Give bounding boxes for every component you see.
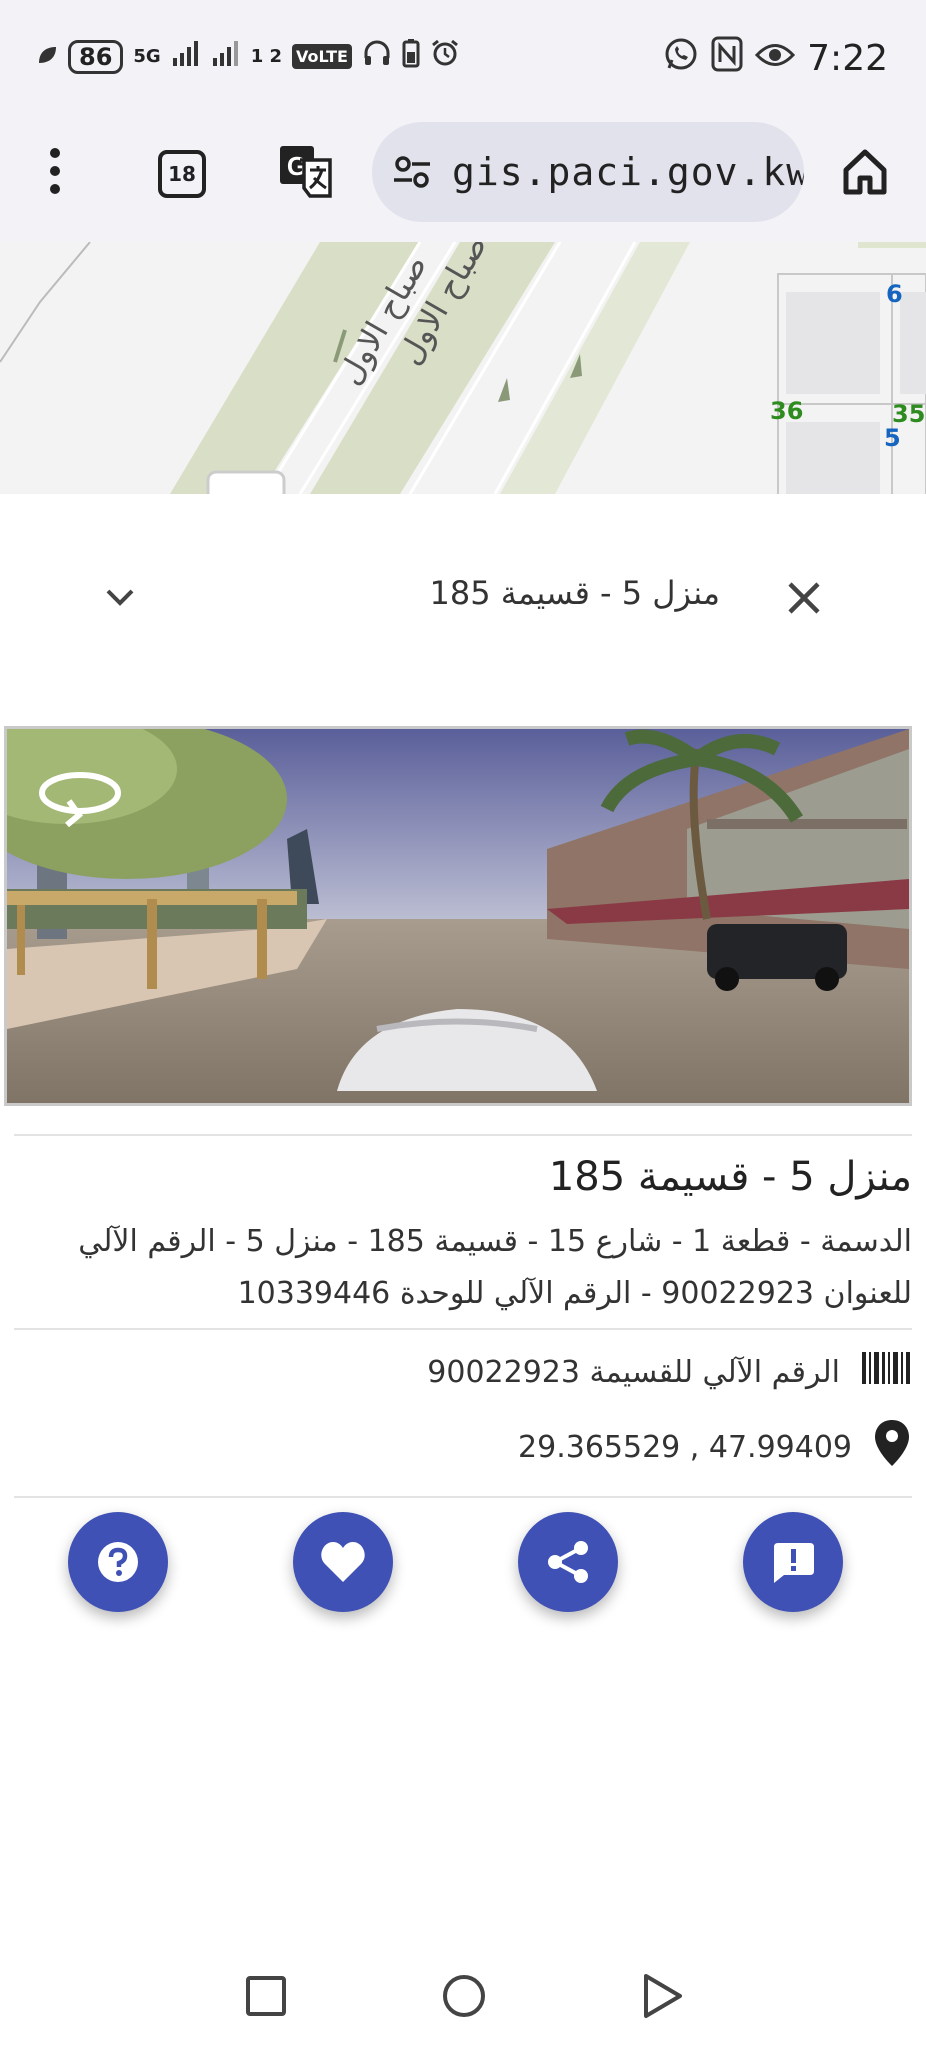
divider	[14, 1496, 912, 1498]
status-left-group: 86 5G 1 2 VoLTE	[36, 38, 460, 75]
feedback-icon	[774, 1543, 814, 1583]
headphones-icon	[362, 38, 392, 75]
street-view-image	[7, 729, 909, 1103]
circle-icon	[443, 1975, 485, 2017]
leaf-icon	[36, 40, 58, 73]
divider	[14, 1134, 912, 1136]
site-settings-icon[interactable]	[392, 154, 432, 190]
map-block-number: 6	[886, 280, 903, 308]
help-icon	[98, 1542, 138, 1582]
square-icon	[246, 1976, 286, 2016]
address-bar[interactable]: gis.paci.gov.kw/Pla	[372, 122, 804, 222]
battery-indicator: 86	[68, 39, 124, 74]
place-name: منزل 5 - قسيمة 185	[548, 1154, 912, 1200]
home-icon[interactable]	[840, 146, 890, 196]
coordinates-row: 29.365529 , 47.99409	[518, 1418, 912, 1476]
share-button[interactable]	[518, 1512, 618, 1612]
street-view-photo[interactable]	[4, 726, 912, 1106]
chevron-down-icon[interactable]	[100, 582, 140, 612]
signal-icon	[171, 38, 201, 75]
feedback-button[interactable]	[743, 1512, 843, 1612]
map-block-number: 5	[884, 424, 901, 452]
recents-button[interactable]	[244, 1974, 288, 2018]
sheet-header-title: منزل 5 - قسيمة 185	[429, 574, 720, 612]
volte-badge: VoLTE	[292, 44, 352, 69]
overflow-menu-icon[interactable]	[48, 148, 62, 198]
eye-icon	[755, 38, 796, 79]
rotate-view-icon[interactable]	[35, 765, 125, 835]
help-button[interactable]	[68, 1512, 168, 1612]
coordinates: 29.365529 , 47.99409	[518, 1429, 852, 1465]
translate-icon[interactable]: G	[276, 142, 336, 202]
tab-switcher-button[interactable]: 18	[158, 150, 206, 198]
system-navigation-bar	[0, 1940, 926, 2048]
home-nav-button[interactable]	[440, 1972, 488, 2020]
close-icon[interactable]	[782, 576, 826, 620]
sim-slot-label: 1 2	[250, 45, 283, 67]
divider	[14, 1328, 912, 1330]
nfc-icon	[711, 36, 743, 81]
parcel-number-row: الرقم الآلي للقسيمة 90022923	[427, 1350, 912, 1394]
place-address: الدسمة - قطعة 1 - شارع 15 - قسيمة 185 - …	[78, 1224, 912, 1311]
share-icon	[548, 1541, 588, 1583]
battery-saver-icon	[402, 38, 420, 75]
map-block-number: 36	[770, 397, 804, 425]
back-button[interactable]	[640, 1972, 684, 2020]
signal-2-icon	[211, 38, 241, 75]
barcode-icon	[860, 1350, 912, 1394]
status-bar: 86 5G 1 2 VoLTE 7:22	[0, 0, 926, 112]
whatsapp-icon	[663, 36, 699, 81]
back-triangle-icon	[644, 1974, 682, 2018]
clock-time: 7:22	[807, 38, 888, 79]
place-details-sheet: منزل 5 - قسيمة 185 منزل 5 - قسيمة 185 ال…	[0, 494, 926, 2048]
parcel-number: الرقم الآلي للقسيمة 90022923	[427, 1354, 840, 1390]
status-right-group: 7:22	[663, 36, 888, 81]
favorite-button[interactable]	[293, 1512, 393, 1612]
map-view[interactable]: طريق صباح الاول صباح الاول 6 36 35 5	[0, 242, 926, 494]
network-5g-label: 5G	[133, 45, 161, 67]
alarm-icon	[430, 38, 460, 75]
url-text: gis.paci.gov.kw/Pla	[452, 150, 804, 194]
location-pin-icon	[872, 1418, 912, 1476]
heart-icon	[321, 1542, 365, 1582]
browser-toolbar: 18 G gis.paci.gov.kw/Pla	[0, 112, 926, 243]
